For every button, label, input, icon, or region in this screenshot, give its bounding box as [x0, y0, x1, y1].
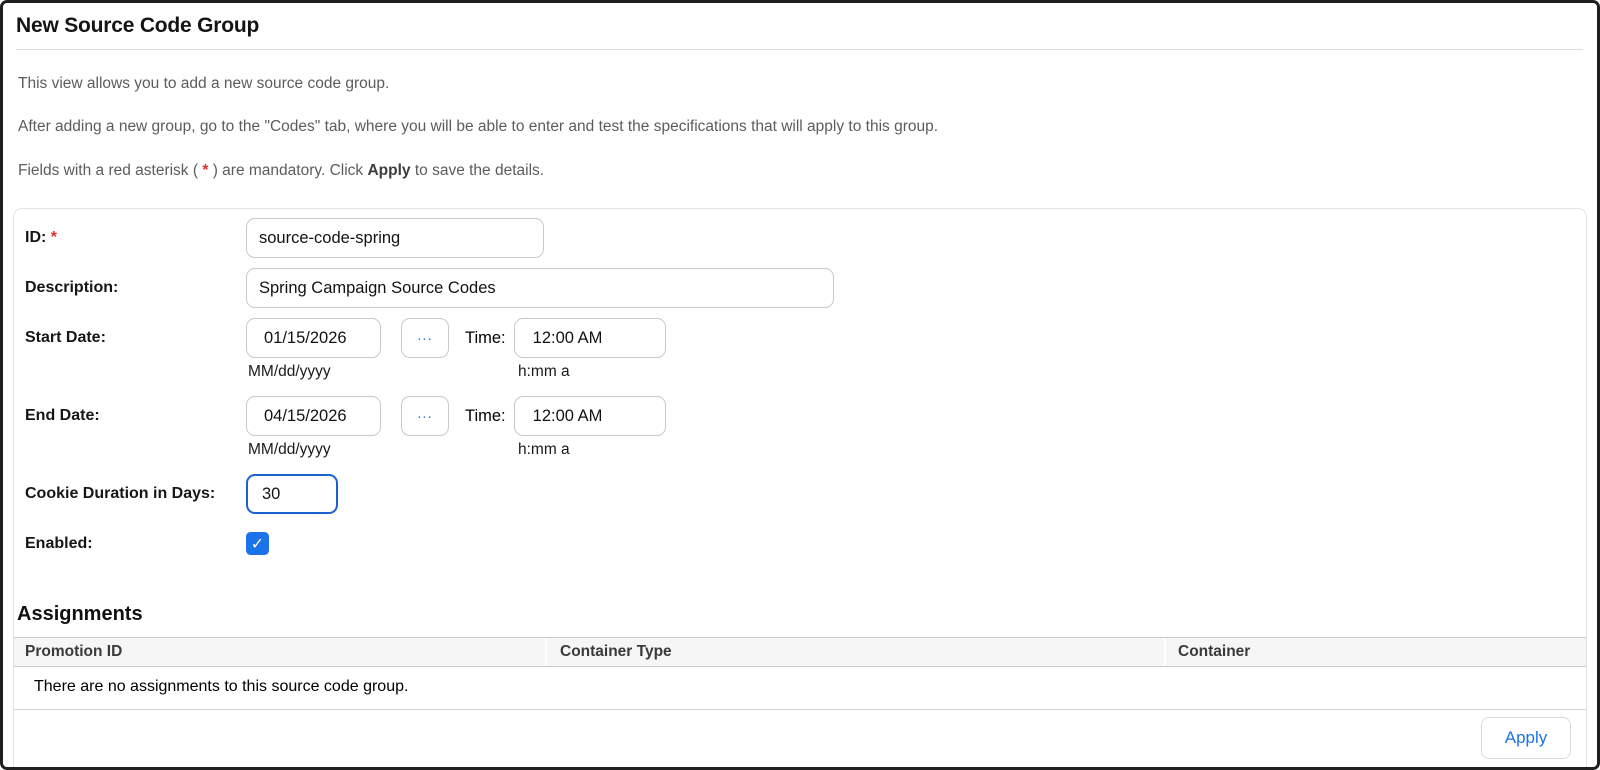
cookie-duration-input[interactable]	[246, 474, 338, 515]
end-date-label: End Date:	[25, 407, 100, 425]
start-date-fields: ... Time: MM/dd/yyyy h:mm a	[246, 318, 666, 381]
intro-line-3-middle: ) are mandatory. Click	[208, 161, 368, 179]
end-date-row: End Date: ... Time: MM/dd/yyyy h:mm a	[25, 396, 1586, 459]
end-date-fields: ... Time: MM/dd/yyyy h:mm a	[246, 396, 666, 459]
intro-line-1: This view allows you to add a new source…	[18, 75, 390, 92]
apply-button[interactable]: Apply	[1481, 717, 1571, 760]
end-date-picker-button[interactable]: ...	[401, 396, 449, 437]
start-date-format-hint: MM/dd/yyyy	[248, 363, 331, 381]
source-code-group-form: ID: * Description: Start Date: ... Time:	[14, 209, 1586, 574]
intro-line-3-prefix: Fields with a red asterisk (	[18, 161, 203, 179]
id-row: ID: *	[25, 218, 1586, 259]
description-label: Description:	[25, 279, 119, 297]
cookie-duration-row: Cookie Duration in Days:	[25, 474, 1586, 515]
cookie-duration-label: Cookie Duration in Days:	[25, 485, 216, 503]
enabled-row: Enabled: ✓	[25, 524, 1586, 564]
column-header-container: Container	[1178, 643, 1251, 661]
column-header-promotion-id: Promotion ID	[14, 638, 547, 667]
enabled-label: Enabled:	[25, 535, 93, 553]
end-time-input[interactable]	[513, 396, 666, 437]
enabled-checkbox[interactable]: ✓	[246, 532, 269, 556]
page-header: New Source Code Group	[3, 3, 1597, 50]
window-frame: New Source Code Group This view allows y…	[0, 0, 1600, 770]
start-date-row: Start Date: ... Time: MM/dd/yyyy h:mm a	[25, 318, 1586, 381]
end-time-label: Time:	[465, 406, 506, 425]
end-time-format-hint: h:mm a	[518, 441, 570, 459]
intro-apply-word: Apply	[367, 161, 411, 179]
start-time-label: Time:	[465, 328, 506, 347]
intro-line-3: Fields with a red asterisk ( * ) are man…	[18, 161, 1581, 180]
description-input[interactable]	[246, 268, 834, 309]
checkmark-icon: ✓	[250, 535, 265, 553]
intro-line-3-suffix: to save the details.	[410, 161, 545, 179]
intro-line-2: After adding a new group, go to the "Cod…	[18, 118, 939, 136]
start-date-label: Start Date:	[25, 329, 106, 347]
intro-text: This view allows you to add a new source…	[3, 50, 1597, 180]
end-date-format-hint: MM/dd/yyyy	[248, 441, 331, 459]
description-row: Description:	[25, 268, 1586, 309]
form-panel: ID: * Description: Start Date: ... Time:	[13, 208, 1587, 767]
assignments-table-header: Promotion ID Container Type Container	[14, 637, 1586, 668]
end-date-input[interactable]	[246, 396, 381, 437]
id-input[interactable]	[246, 218, 544, 259]
assignments-empty-message: There are no assignments to this source …	[14, 667, 1586, 711]
start-time-input[interactable]	[513, 318, 666, 359]
assignments-title: Assignments	[17, 603, 143, 626]
footer-bar: Apply	[14, 710, 1586, 767]
start-date-picker-button[interactable]: ...	[401, 318, 449, 359]
id-label: ID: *	[25, 229, 58, 247]
start-time-format-hint: h:mm a	[518, 363, 570, 381]
assignments-table: Promotion ID Container Type Container Th…	[14, 637, 1586, 711]
column-header-container-type: Container Type	[547, 638, 1166, 667]
id-required-asterisk-icon: *	[50, 229, 58, 247]
page-title: New Source Code Group	[16, 14, 260, 37]
start-date-input[interactable]	[246, 318, 381, 359]
